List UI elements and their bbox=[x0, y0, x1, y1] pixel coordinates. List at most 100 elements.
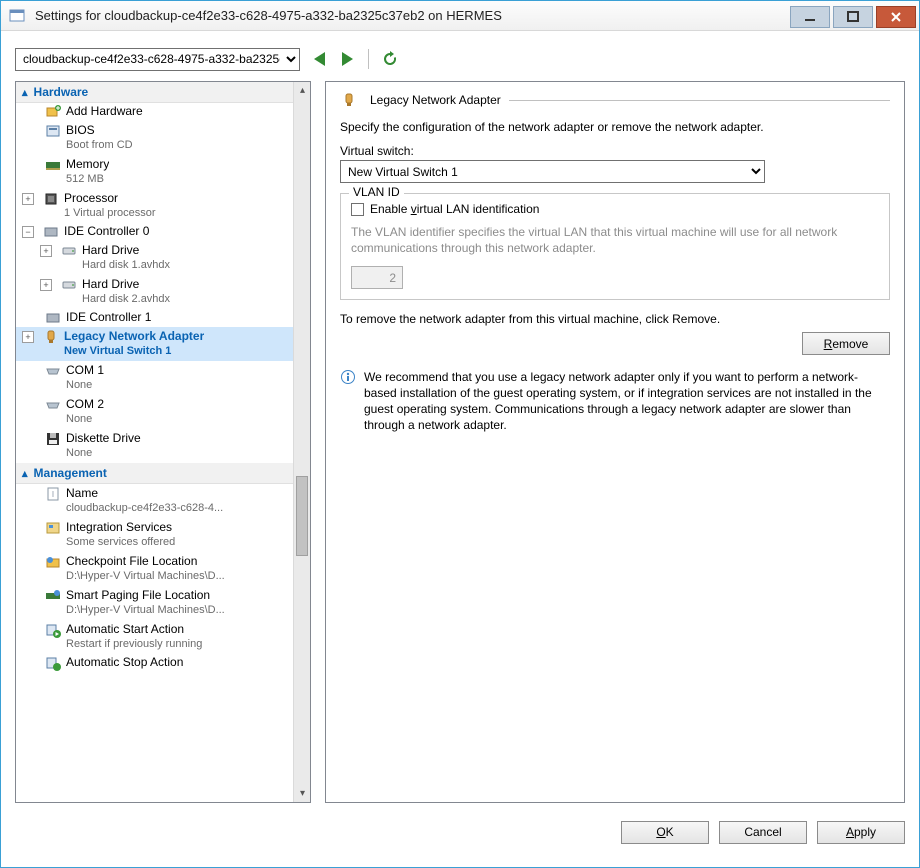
nav-item-add-hardware[interactable]: Add Hardware bbox=[16, 103, 293, 121]
minimize-button[interactable] bbox=[790, 6, 830, 28]
vlan-description: The VLAN identifier specifies the virtua… bbox=[351, 224, 879, 256]
processor-icon bbox=[42, 191, 60, 207]
nav-item-bios[interactable]: BIOSBoot from CD bbox=[16, 121, 293, 155]
nav-item-smart-paging-location[interactable]: Smart Paging File LocationD:\Hyper-V Vir… bbox=[16, 586, 293, 620]
nav-item-automatic-start-action[interactable]: Automatic Start ActionRestart if previou… bbox=[16, 620, 293, 654]
detail-panel: Legacy Network Adapter Specify the confi… bbox=[325, 81, 905, 803]
nav-item-memory[interactable]: Memory512 MB bbox=[16, 155, 293, 189]
nav-item-automatic-stop-action[interactable]: Automatic Stop Action bbox=[16, 654, 293, 672]
nav-item-hard-drive-1[interactable]: + Hard DriveHard disk 1.avhdx bbox=[16, 241, 293, 275]
nav-item-diskette-drive[interactable]: Diskette DriveNone bbox=[16, 429, 293, 463]
scroll-up-button[interactable]: ▴ bbox=[294, 82, 311, 99]
nav-sublabel: Some services offered bbox=[66, 535, 175, 550]
nav-label: Smart Paging File Location bbox=[66, 588, 225, 603]
stop-action-icon bbox=[44, 655, 62, 671]
ide-controller-icon bbox=[42, 224, 60, 240]
nav-item-com-2[interactable]: COM 2None bbox=[16, 395, 293, 429]
vlan-group-title: VLAN ID bbox=[349, 185, 404, 199]
titlebar[interactable]: Settings for cloudbackup-ce4f2e33-c628-4… bbox=[1, 1, 919, 31]
nav-label: BIOS bbox=[66, 123, 133, 138]
close-button[interactable] bbox=[876, 6, 916, 28]
nav-sublabel: Restart if previously running bbox=[66, 637, 202, 652]
scroll-down-button[interactable]: ▾ bbox=[294, 785, 311, 802]
management-category-header[interactable]: ▴ Management bbox=[16, 463, 293, 484]
memory-icon bbox=[44, 157, 62, 173]
nav-item-legacy-network-adapter[interactable]: + Legacy Network AdapterNew Virtual Swit… bbox=[16, 327, 293, 361]
bios-icon bbox=[44, 123, 62, 139]
nav-item-processor[interactable]: + Processor1 Virtual processor bbox=[16, 189, 293, 223]
info-icon bbox=[340, 369, 356, 385]
expand-toggle[interactable]: + bbox=[40, 245, 52, 257]
nav-label: Legacy Network Adapter bbox=[64, 329, 204, 344]
hardware-category-header[interactable]: ▴ Hardware bbox=[16, 82, 293, 103]
nav-label: Checkpoint File Location bbox=[66, 554, 225, 569]
detail-title: Legacy Network Adapter bbox=[370, 93, 501, 107]
nav-back-button[interactable] bbox=[310, 50, 328, 68]
nav-sublabel: 1 Virtual processor bbox=[64, 206, 156, 221]
expand-toggle[interactable]: + bbox=[22, 193, 34, 205]
nav-sublabel: New Virtual Switch 1 bbox=[64, 344, 204, 359]
add-hardware-icon bbox=[44, 104, 62, 120]
nav-label: Add Hardware bbox=[66, 104, 143, 119]
nav-label: COM 2 bbox=[66, 397, 104, 412]
nav-item-com-1[interactable]: COM 1None bbox=[16, 361, 293, 395]
nav-label: Automatic Stop Action bbox=[66, 655, 183, 670]
toolbar-separator bbox=[368, 49, 369, 69]
hardware-category-label: Hardware bbox=[34, 85, 89, 99]
expand-toggle[interactable]: − bbox=[22, 226, 34, 238]
window-title: Settings for cloudbackup-ce4f2e33-c628-4… bbox=[29, 8, 790, 23]
expand-toggle[interactable]: + bbox=[22, 331, 34, 343]
maximize-button[interactable] bbox=[833, 6, 873, 28]
nav-item-ide-controller-0[interactable]: − IDE Controller 0 bbox=[16, 223, 293, 241]
nav-item-ide-controller-1[interactable]: IDE Controller 1 bbox=[16, 309, 293, 327]
nav-label: Automatic Start Action bbox=[66, 622, 202, 637]
vm-selector-combo[interactable]: cloudbackup-ce4f2e33-c628-4975-a332-ba23… bbox=[15, 48, 300, 71]
nav-label: Diskette Drive bbox=[66, 431, 141, 446]
nav-label: COM 1 bbox=[66, 363, 104, 378]
remove-description: To remove the network adapter from this … bbox=[340, 312, 720, 326]
vlan-id-group: VLAN ID Enable virtual LAN identificatio… bbox=[340, 193, 890, 300]
nav-label: Hard Drive bbox=[82, 243, 170, 258]
nav-item-hard-drive-2[interactable]: + Hard DriveHard disk 2.avhdx bbox=[16, 275, 293, 309]
nav-forward-button[interactable] bbox=[338, 50, 356, 68]
window-icon bbox=[5, 1, 29, 31]
nav-item-checkpoint-location[interactable]: Checkpoint File LocationD:\Hyper-V Virtu… bbox=[16, 552, 293, 586]
paging-icon bbox=[44, 588, 62, 604]
nav-item-integration-services[interactable]: Integration ServicesSome services offere… bbox=[16, 518, 293, 552]
nav-label: IDE Controller 0 bbox=[64, 224, 149, 239]
nav-label: IDE Controller 1 bbox=[66, 310, 151, 325]
ide-controller-icon bbox=[44, 310, 62, 326]
hard-drive-icon bbox=[60, 243, 78, 259]
cancel-button[interactable]: Cancel bbox=[719, 821, 807, 844]
ok-button[interactable]: OK bbox=[621, 821, 709, 844]
settings-nav-panel: ▴ Hardware Add Hardware BIOSBoot from CD bbox=[15, 81, 311, 803]
remove-button[interactable]: Remove bbox=[802, 332, 890, 355]
apply-button[interactable]: Apply bbox=[817, 821, 905, 844]
svg-text:I: I bbox=[52, 490, 54, 499]
refresh-button[interactable] bbox=[381, 50, 399, 68]
hard-drive-icon bbox=[60, 277, 78, 293]
nav-sublabel: Hard disk 1.avhdx bbox=[82, 258, 170, 273]
nav-label: Processor bbox=[64, 191, 156, 206]
virtual-switch-label: Virtual switch: bbox=[340, 144, 890, 158]
nav-sublabel: Boot from CD bbox=[66, 138, 133, 153]
nav-forward-icon bbox=[342, 52, 353, 66]
scroll-thumb[interactable] bbox=[296, 476, 308, 556]
network-adapter-icon bbox=[340, 92, 358, 108]
checkpoint-icon bbox=[44, 554, 62, 570]
nav-sublabel: cloudbackup-ce4f2e33-c628-4... bbox=[66, 501, 223, 516]
diskette-icon bbox=[44, 431, 62, 447]
nav-item-name[interactable]: I Namecloudbackup-ce4f2e33-c628-4... bbox=[16, 484, 293, 518]
vlan-id-input bbox=[351, 266, 403, 289]
nav-scrollbar[interactable]: ▴ ▾ bbox=[293, 82, 310, 802]
virtual-switch-combo[interactable]: New Virtual Switch 1 bbox=[340, 160, 765, 183]
chevron-up-icon: ▴ bbox=[22, 86, 28, 99]
nav-sublabel: None bbox=[66, 446, 141, 461]
detail-description: Specify the configuration of the network… bbox=[340, 120, 890, 134]
nav-sublabel: None bbox=[66, 378, 104, 393]
enable-vlan-checkbox[interactable] bbox=[351, 203, 364, 216]
nav-sublabel: None bbox=[66, 412, 104, 427]
nav-back-icon bbox=[314, 52, 325, 66]
name-icon: I bbox=[44, 486, 62, 502]
expand-toggle[interactable]: + bbox=[40, 279, 52, 291]
